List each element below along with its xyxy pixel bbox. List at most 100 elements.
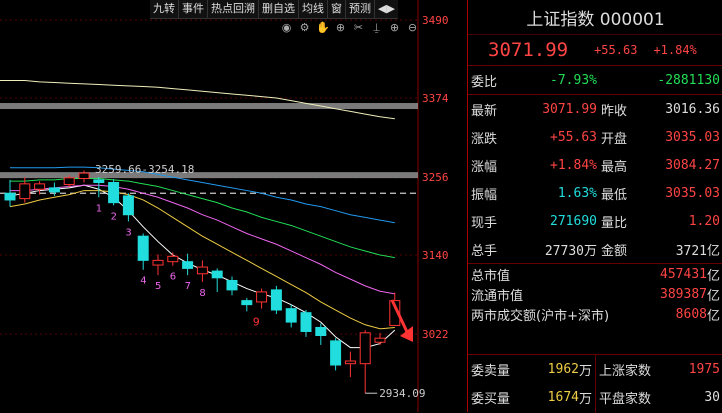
candle-body[interactable] xyxy=(256,291,268,303)
stat-value-2: 3035.03 xyxy=(665,129,720,145)
cap-unit: 亿 xyxy=(706,288,720,304)
cap-label: 两市成交额(沪市+深市) xyxy=(471,308,610,324)
candle-body[interactable] xyxy=(315,326,327,337)
stat-label-2: 开盘 xyxy=(601,131,628,147)
hand-icon[interactable]: ✋ xyxy=(316,21,330,35)
cap-row: 两市成交额(沪市+深市) 8608 亿 xyxy=(468,304,722,324)
plus-icon[interactable]: ⊕ xyxy=(388,21,401,35)
candle-body[interactable] xyxy=(359,332,371,365)
cap-value: 457431 xyxy=(660,266,707,282)
stat-value-2: -2881130 xyxy=(657,72,720,88)
price-change-pct: +1.84% xyxy=(653,43,697,57)
stat-value: 3071.99 xyxy=(542,101,597,117)
breadth-label: 平盘家数 xyxy=(599,391,652,407)
toolbar-button-0[interactable]: 九转 xyxy=(150,0,179,18)
zoom-in-icon[interactable]: ⊕ xyxy=(334,21,347,35)
last-price: 3071.99 xyxy=(488,39,569,61)
candle-body[interactable] xyxy=(48,187,60,193)
stats-row: 涨幅 +1.84% 最高 3084.27 xyxy=(468,151,722,179)
y-tick-label: 3256 xyxy=(422,171,449,184)
order-row: 委卖量 1962 万 xyxy=(468,355,595,383)
nine-turn-label: 8 xyxy=(199,288,205,299)
stat-label: 振幅 xyxy=(471,187,498,203)
candle-body[interactable] xyxy=(211,270,223,279)
candle-body[interactable] xyxy=(137,235,149,261)
stat-value: -7.93% xyxy=(550,72,597,88)
y-tick-label: 3140 xyxy=(422,249,449,262)
index-title[interactable]: 上证指数 000001 xyxy=(468,0,722,35)
candlestick-chart[interactable]: 3490 3374 3256 3140 3022 123 4 5678 9 3259.66-325… xyxy=(0,0,466,412)
candle-body[interactable] xyxy=(196,266,208,275)
order-value: 1962 xyxy=(547,361,579,377)
toolbar-button-6[interactable]: 预测 xyxy=(346,0,375,18)
cut-icon[interactable]: ✂ xyxy=(352,21,365,35)
order-unit: 万 xyxy=(578,363,592,379)
toolbar-button-4[interactable]: 均线 xyxy=(299,0,328,18)
y-tick-label: 3022 xyxy=(422,328,449,341)
candle-body[interactable] xyxy=(182,261,194,269)
stat-value-2: 3084.27 xyxy=(665,157,720,173)
breadth-row: 平盘家数 30 xyxy=(596,383,722,411)
candle-body[interactable] xyxy=(344,360,356,365)
stat-label-2: 最低 xyxy=(601,187,628,203)
stats-table: 委比 -7.93% -2881130 最新 3071.99 昨收 3016.36 涨跌 +55.… xyxy=(468,66,722,264)
stat-value: +1.84% xyxy=(550,157,597,173)
toolbar-button-5[interactable]: 窗 xyxy=(328,0,346,18)
chart-icon-bar: ◉ ⚙ ✋ ⊕ ✂ ⍊ ⊕ ⊖ xyxy=(280,21,419,35)
quote-panel: 上证指数 000001 3071.99 +55.63 +1.84% 委比 -7.9… xyxy=(467,0,722,413)
long-ma-line xyxy=(0,80,395,120)
stat-label: 最新 xyxy=(471,103,498,119)
stat-value-2: 3721亿 xyxy=(675,243,720,259)
stat-label: 涨幅 xyxy=(471,159,498,175)
breadth-row: 上涨家数 1975 xyxy=(596,355,722,383)
stats-row: 现手 271690 量比 1.20 xyxy=(468,207,722,235)
candle-body[interactable] xyxy=(226,279,238,291)
minus-icon[interactable]: ⊖ xyxy=(406,21,419,35)
order-row: 委买量 1674 万 xyxy=(468,383,595,411)
toolbar-button-3[interactable]: 删自选 xyxy=(259,0,299,18)
price-change: +55.63 xyxy=(594,43,638,57)
stats-row: 最新 3071.99 昨收 3016.36 xyxy=(468,95,722,123)
cap-label: 总市值 xyxy=(471,268,511,284)
pin-icon[interactable]: ⍊ xyxy=(370,21,383,35)
stat-value: 271690 xyxy=(550,213,597,229)
candle-body[interactable] xyxy=(152,259,164,266)
order-label: 委买量 xyxy=(471,391,511,407)
candle-body[interactable] xyxy=(122,195,134,216)
candle-body[interactable] xyxy=(374,337,386,343)
order-unit: 万 xyxy=(578,391,592,407)
nine-turn-label: 1 xyxy=(96,203,102,214)
candle-body[interactable] xyxy=(78,172,90,179)
candle-body[interactable] xyxy=(93,179,105,184)
nine-turn-label: 6 xyxy=(170,272,176,283)
price-bar: 3071.99 +55.63 +1.84% xyxy=(468,35,722,66)
stats-row: 振幅 1.63% 最低 3035.03 xyxy=(468,179,722,207)
candle-body[interactable] xyxy=(285,308,297,323)
stat-label-2: 昨收 xyxy=(601,103,628,119)
candle-body[interactable] xyxy=(270,289,282,311)
toolbar-button-1[interactable]: 事件 xyxy=(179,0,208,18)
candle-body[interactable] xyxy=(330,340,342,366)
candle-body[interactable] xyxy=(241,300,253,306)
nine-turn-label: 7 xyxy=(185,281,191,292)
high-annotation: 3259.66-3254.18 xyxy=(95,163,194,176)
y-tick-label: 3374 xyxy=(422,92,449,105)
resistance-band xyxy=(0,172,418,179)
candle-body[interactable] xyxy=(19,183,31,200)
stat-label-2: 最高 xyxy=(601,159,628,175)
eye-icon[interactable]: ◉ xyxy=(280,21,293,35)
ma-line xyxy=(10,177,395,259)
candle-body[interactable] xyxy=(63,177,75,186)
cap-value: 389387 xyxy=(660,286,707,302)
stat-value: +55.63 xyxy=(550,129,597,145)
candle-body[interactable] xyxy=(4,192,16,201)
candle-body[interactable] xyxy=(34,183,46,190)
toolbar-button-2[interactable]: 热点回溯 xyxy=(208,0,259,18)
candle-body[interactable] xyxy=(108,182,120,204)
market-cap-list: 总市值 457431 亿流通市值 389387 亿两市成交额(沪市+深市) 8608 亿 xyxy=(468,264,722,324)
toolbar-button-7[interactable]: ◀▶ xyxy=(375,0,398,18)
candle-body[interactable] xyxy=(300,312,312,332)
stat-value-2: 3016.36 xyxy=(665,101,720,117)
gear-icon[interactable]: ⚙ xyxy=(298,21,311,35)
candle-body[interactable] xyxy=(167,255,179,263)
